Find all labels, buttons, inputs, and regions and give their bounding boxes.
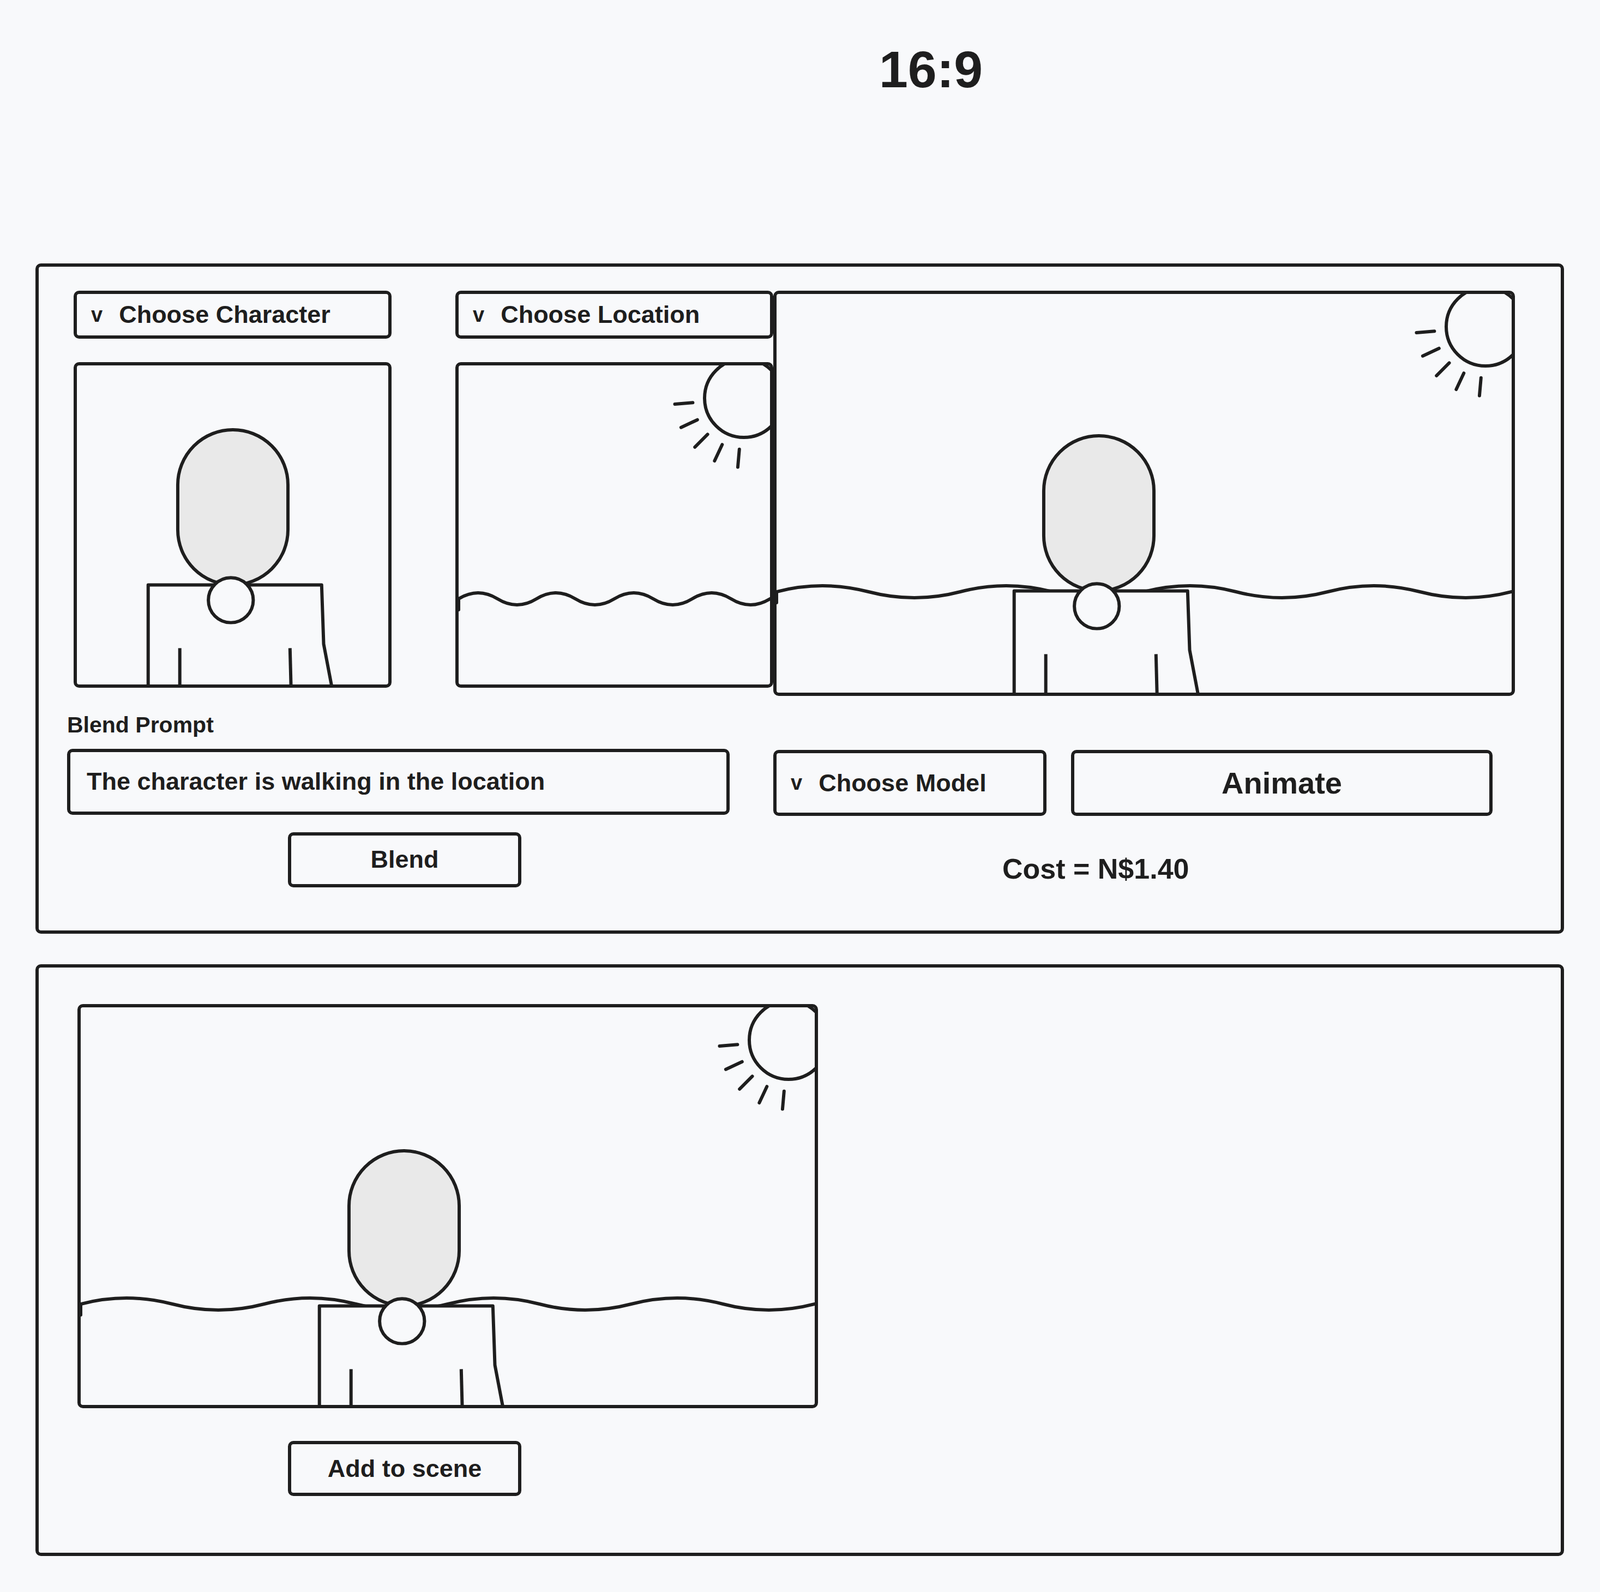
blend-preview [773,290,1515,696]
character-image [73,362,392,688]
character-figure [148,429,333,685]
dropdown-label: Choose Model [818,764,987,802]
blend-prompt-label: Blend Prompt [67,708,730,743]
sun-icon [674,365,771,468]
location-image [455,362,774,688]
result-panel: Add to scene [35,964,1565,1556]
chevron-icon: v [91,299,103,331]
land-line [458,592,771,610]
blend-column: v Choose Character v Choose Location Blend P… [67,290,730,931]
character-image-drawing [76,365,389,685]
result-image [77,1003,818,1409]
blend-button[interactable]: Blend [287,832,522,888]
location-select[interactable]: v Choose Location [455,290,774,339]
blend-panel: v Choose Character v Choose Location Blend P… [35,263,1565,934]
aspect-ratio-title: 16:9 [879,43,1600,96]
blend-prompt-input[interactable]: The character is walking in the location [67,748,730,815]
dropdown-label: Choose Location [500,296,700,334]
blend-preview-drawing [776,293,1512,693]
header: 16:9 [0,0,1600,264]
character-figure [319,1150,504,1405]
preview-column: v Choose Model Animate Cost = N$1.40 [773,290,1515,931]
animate-button[interactable]: Animate [1071,749,1493,816]
chevron-icon: v [472,299,485,331]
chevron-icon: v [790,767,803,799]
add-to-scene-button[interactable]: Add to scene [287,1440,522,1496]
location-column: v Choose Location [455,290,774,688]
character-column: v Choose Character [73,290,392,688]
result-image-drawing [80,1007,815,1405]
source-row: v Choose Character v Choose Location [67,290,730,688]
dropdown-label: Choose Character [118,296,331,334]
sun-icon [719,1007,815,1110]
animate-row: v Choose Model Animate [773,749,1515,816]
page: 16:9 v Choose Character v Choose Location Ble… [0,0,1600,1592]
cost-label: Cost = N$1.40 [773,847,1515,890]
location-image-drawing [458,365,771,685]
model-select[interactable]: v Choose Model [773,749,1047,816]
character-select[interactable]: v Choose Character [73,290,392,339]
character-figure [1014,435,1199,693]
sun-icon [1416,293,1512,396]
